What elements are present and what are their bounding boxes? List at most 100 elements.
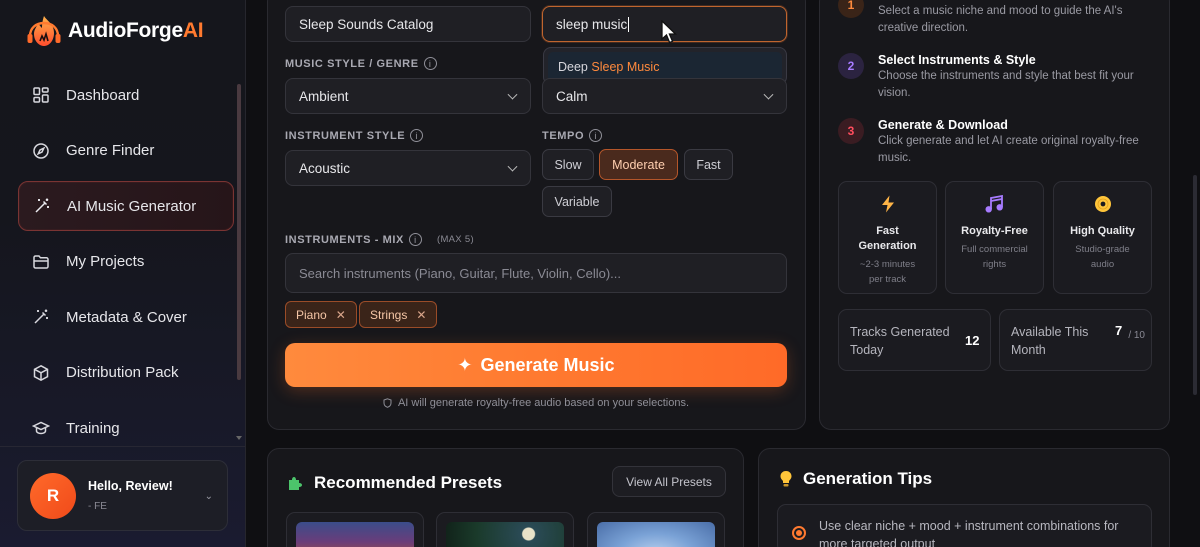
tempo-option-variable[interactable]: Variable bbox=[542, 186, 612, 217]
preset-card[interactable] bbox=[436, 512, 574, 547]
instrument-style-select[interactable]: Acoustic bbox=[285, 150, 531, 186]
step-number: 1 bbox=[838, 0, 864, 18]
step-1: 1 Select a music niche and mood to guide… bbox=[838, 0, 1154, 37]
lightning-icon bbox=[839, 195, 936, 217]
brand-name-text: AudioForge bbox=[68, 19, 183, 42]
grid-icon bbox=[33, 87, 49, 103]
tempo-option-label: Slow bbox=[554, 157, 582, 172]
page-scrollbar[interactable] bbox=[1193, 175, 1197, 395]
step-description: Select a music niche and mood to guide t… bbox=[878, 5, 1123, 34]
sidebar-scroll-down-icon[interactable] bbox=[236, 436, 242, 440]
sidebar-item-label: Genre Finder bbox=[66, 142, 155, 159]
stat-available-month: Available This Month 7 / 10 bbox=[999, 309, 1152, 371]
feature-description: Full commercial rights bbox=[961, 244, 1028, 270]
preset-card[interactable] bbox=[587, 512, 725, 547]
puzzle-icon bbox=[289, 477, 302, 490]
music-style-label: MUSIC STYLE / GENRE i bbox=[285, 57, 437, 70]
tempo-option-slow[interactable]: Slow bbox=[542, 149, 594, 180]
preset-card[interactable] bbox=[286, 512, 424, 547]
brand-name: AudioForgeAI bbox=[68, 19, 204, 43]
tempo-option-fast[interactable]: Fast bbox=[684, 149, 733, 180]
chevron-down-icon bbox=[507, 89, 518, 100]
user-card[interactable]: R Hello, Review! - FE ⌄ bbox=[17, 460, 228, 531]
step-number: 2 bbox=[838, 53, 864, 79]
instrument-tag-piano: Piano ✕ bbox=[285, 301, 357, 328]
music-notes-icon bbox=[946, 194, 1043, 217]
presets-title: Recommended Presets bbox=[314, 473, 503, 492]
sidebar-divider bbox=[0, 446, 245, 447]
project-name-input[interactable]: Sleep Sounds Catalog bbox=[285, 6, 531, 42]
feature-title: High Quality bbox=[1070, 225, 1135, 237]
info-icon[interactable]: i bbox=[589, 129, 603, 142]
lightbulb-icon bbox=[780, 471, 792, 487]
sidebar-nav: Dashboard Genre Finder AI Music Generato… bbox=[18, 70, 234, 459]
sidebar-item-genre-finder[interactable]: Genre Finder bbox=[18, 126, 234, 176]
feature-title: Royalty-Free bbox=[961, 225, 1028, 237]
instrument-style-value: Acoustic bbox=[299, 160, 351, 176]
presets-header: Recommended Presets bbox=[286, 473, 502, 493]
instrument-tag-strings: Strings ✕ bbox=[359, 301, 438, 328]
mood-select[interactable]: Calm bbox=[542, 78, 787, 114]
sidebar-scrollbar[interactable] bbox=[237, 84, 241, 380]
tag-label: Strings bbox=[370, 307, 408, 322]
sidebar-item-metadata-cover[interactable]: Metadata & Cover bbox=[18, 292, 234, 342]
info-icon[interactable]: i bbox=[408, 233, 422, 246]
step-title: Generate & Download bbox=[878, 118, 1008, 132]
feature-description: ~2-3 minutes per track bbox=[859, 259, 916, 285]
sidebar-item-distribution-pack[interactable]: Distribution Pack bbox=[18, 348, 234, 398]
box-icon bbox=[33, 364, 49, 381]
step-title: Select Instruments & Style bbox=[878, 53, 1036, 67]
project-name-value: Sleep Sounds Catalog bbox=[299, 16, 434, 32]
logo[interactable]: AudioForgeAI bbox=[26, 14, 204, 48]
niche-input-value: sleep music bbox=[556, 16, 628, 32]
chevron-down-icon[interactable]: ⌄ bbox=[205, 491, 213, 502]
info-icon[interactable]: i bbox=[423, 57, 437, 70]
tip-item: Use clear niche + mood + instrument comb… bbox=[777, 504, 1152, 547]
disc-icon bbox=[1054, 195, 1151, 217]
generate-note-text: AI will generate royalty-free audio base… bbox=[397, 397, 690, 409]
info-icon[interactable]: i bbox=[410, 129, 424, 142]
music-style-select[interactable]: Ambient bbox=[285, 78, 531, 114]
text-caret bbox=[628, 16, 630, 32]
preset-thumbnail bbox=[296, 522, 414, 547]
sidebar-item-dashboard[interactable]: Dashboard bbox=[18, 70, 234, 120]
sidebar-item-label: Distribution Pack bbox=[66, 364, 179, 381]
step-number: 3 bbox=[838, 118, 864, 144]
mouse-cursor-icon bbox=[661, 20, 678, 44]
view-all-presets-button[interactable]: View All Presets bbox=[612, 466, 726, 497]
logo-flame-icon bbox=[27, 16, 61, 46]
step-description: Click generate and let AI create origina… bbox=[878, 135, 1139, 164]
stat-value: 12 bbox=[965, 333, 980, 348]
step-description: Choose the instruments and style that be… bbox=[878, 70, 1134, 99]
feature-title: Fast Generation bbox=[858, 225, 917, 252]
user-info: Hello, Review! - FE bbox=[88, 479, 173, 512]
avatar: R bbox=[30, 472, 76, 519]
instrument-search-placeholder: Search instruments (Piano, Guitar, Flute… bbox=[299, 265, 622, 281]
tag-label: Piano bbox=[296, 307, 327, 322]
feature-description: Studio-grade audio bbox=[1075, 244, 1130, 270]
shield-icon bbox=[383, 398, 392, 408]
stat-tracks-today: Tracks Generated Today 12 bbox=[838, 309, 991, 371]
generate-music-button[interactable]: ✦ Generate Music bbox=[285, 343, 787, 387]
magic-wand-icon bbox=[35, 198, 49, 213]
preset-thumbnail bbox=[597, 522, 715, 547]
tempo-option-label: Fast bbox=[696, 157, 721, 172]
sidebar-item-label: AI Music Generator bbox=[67, 197, 197, 215]
remove-tag-icon[interactable]: ✕ bbox=[416, 308, 426, 322]
sidebar-item-label: Training bbox=[66, 419, 120, 437]
tempo-option-label: Moderate bbox=[612, 157, 665, 172]
instrument-search-input[interactable]: Search instruments (Piano, Guitar, Flute… bbox=[285, 253, 787, 293]
sidebar-item-my-projects[interactable]: My Projects bbox=[18, 237, 234, 287]
user-greeting: Hello, Review! bbox=[88, 479, 173, 493]
graduation-cap-icon bbox=[32, 421, 50, 435]
sidebar-item-label: My Projects bbox=[66, 253, 145, 270]
feature-royalty-free: Royalty-Free Full commercial rights bbox=[945, 181, 1044, 294]
remove-tag-icon[interactable]: ✕ bbox=[336, 308, 346, 322]
tips-header: Generation Tips bbox=[779, 469, 932, 489]
mood-value: Calm bbox=[556, 88, 588, 104]
tip-text: Use clear niche + mood + instrument comb… bbox=[819, 519, 1119, 547]
sidebar-item-ai-music-generator[interactable]: AI Music Generator bbox=[18, 181, 234, 231]
tempo-option-moderate[interactable]: Moderate bbox=[599, 149, 678, 180]
compass-icon bbox=[33, 142, 49, 159]
step-2: 2 Select Instruments & Style Choose the … bbox=[838, 53, 1154, 102]
